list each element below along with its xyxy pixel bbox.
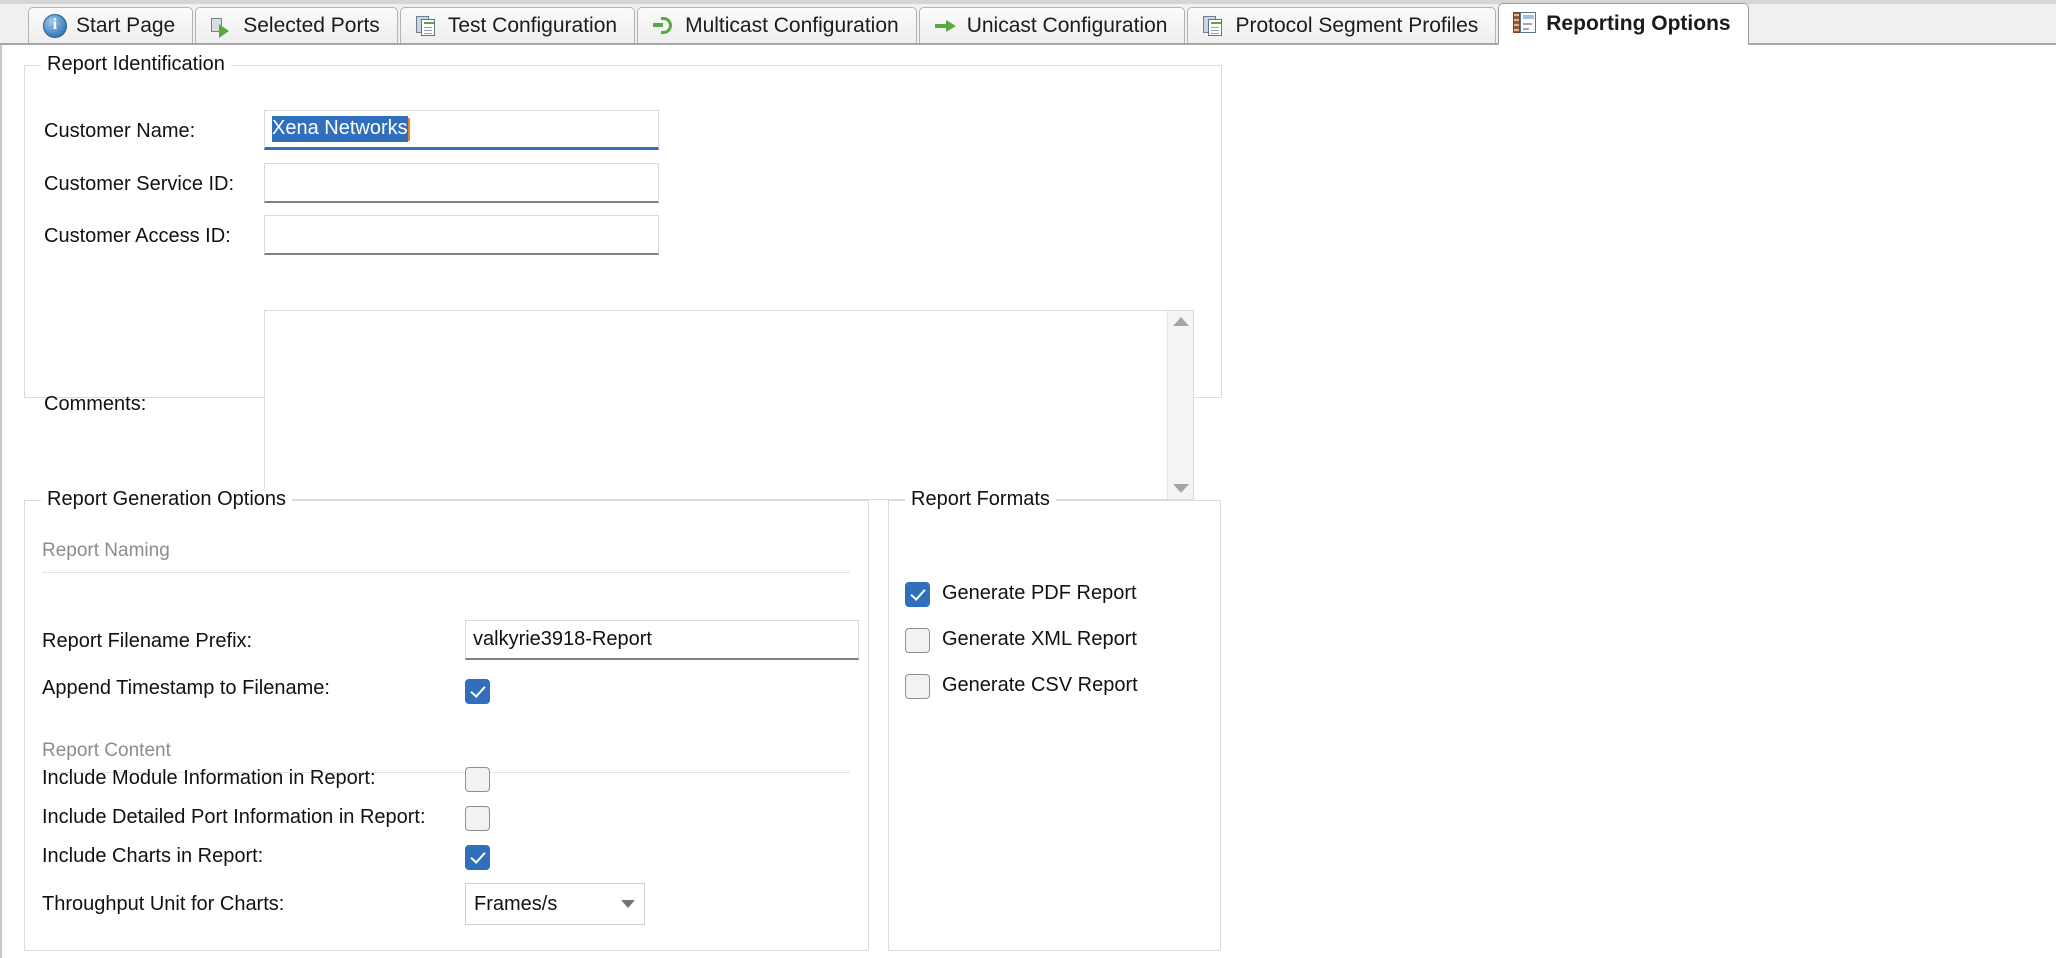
include-module-info-label: Include Module Information in Report: — [42, 767, 376, 790]
throughput-unit-select[interactable]: Frames/s — [465, 883, 645, 925]
reporting-options-panel: Report Identification Customer Name: Xen… — [0, 45, 2056, 958]
tab-selected-ports[interactable]: Selected Ports — [195, 7, 398, 43]
tab-test-configuration[interactable]: Test Configuration — [400, 7, 635, 43]
text-caret — [408, 118, 410, 141]
customer-access-id-input[interactable] — [264, 215, 659, 255]
include-module-info-checkbox[interactable] — [465, 767, 490, 792]
include-charts-label: Include Charts in Report: — [42, 845, 263, 868]
throughput-unit-value: Frames/s — [474, 893, 557, 916]
generate-pdf-report-checkbox[interactable] — [905, 582, 930, 607]
tab-bar: Start Page Selected Ports Test Configura… — [0, 0, 2056, 45]
documents-icon — [415, 14, 439, 38]
report-formats-group: Report Formats — [888, 500, 1221, 951]
unicast-arrow-icon — [934, 14, 958, 38]
throughput-unit-label: Throughput Unit for Charts: — [42, 893, 284, 916]
append-timestamp-checkbox[interactable] — [465, 679, 490, 704]
customer-access-id-label: Customer Access ID: — [44, 225, 231, 248]
tab-label: Test Configuration — [448, 15, 617, 36]
append-timestamp-label: Append Timestamp to Filename: — [42, 677, 330, 700]
scroll-up-arrow-icon[interactable] — [1173, 317, 1189, 326]
customer-name-label: Customer Name: — [44, 120, 195, 143]
report-filename-prefix-label: Report Filename Prefix: — [42, 630, 252, 653]
report-filename-prefix-input[interactable]: valkyrie3918-Report — [465, 620, 859, 660]
report-generation-options-group: Report Generation Options — [24, 500, 869, 951]
info-circle-icon — [43, 14, 67, 38]
scroll-down-arrow-icon[interactable] — [1173, 484, 1189, 493]
notebook-pencil-icon — [1513, 11, 1537, 35]
generate-csv-report-label: Generate CSV Report — [942, 674, 1138, 697]
group-title: Report Identification — [41, 53, 231, 76]
generate-xml-report-label: Generate XML Report — [942, 628, 1137, 651]
generate-pdf-report-label: Generate PDF Report — [942, 582, 1137, 605]
include-detailed-port-info-label: Include Detailed Port Information in Rep… — [42, 806, 426, 829]
tab-label: Unicast Configuration — [967, 15, 1168, 36]
include-detailed-port-info-checkbox[interactable] — [465, 806, 490, 831]
report-content-subheader: Report Content — [42, 740, 171, 762]
customer-service-id-input[interactable] — [264, 163, 659, 203]
comments-field[interactable] — [264, 310, 1194, 500]
tab-label: Start Page — [76, 15, 175, 36]
report-filename-prefix-value: valkyrie3918-Report — [473, 628, 652, 651]
report-naming-subheader: Report Naming — [42, 540, 170, 562]
tab-label: Protocol Segment Profiles — [1235, 15, 1478, 36]
comments-label: Comments: — [44, 393, 146, 416]
tab-start-page[interactable]: Start Page — [28, 7, 193, 43]
customer-name-input[interactable]: Xena Networks — [264, 110, 659, 150]
generate-csv-report-checkbox[interactable] — [905, 674, 930, 699]
tab-reporting-options[interactable]: Reporting Options — [1498, 3, 1748, 45]
comments-scrollbar[interactable] — [1167, 311, 1193, 499]
group-title: Report Generation Options — [41, 488, 292, 511]
tab-label: Selected Ports — [243, 15, 380, 36]
include-charts-checkbox[interactable] — [465, 845, 490, 870]
tab-multicast-configuration[interactable]: Multicast Configuration — [637, 7, 917, 43]
chevron-down-icon — [621, 900, 635, 908]
tab-unicast-configuration[interactable]: Unicast Configuration — [919, 7, 1186, 43]
generate-xml-report-checkbox[interactable] — [905, 628, 930, 653]
documents-icon — [1202, 14, 1226, 38]
tab-label: Reporting Options — [1546, 13, 1730, 34]
tab-protocol-segment-profiles[interactable]: Protocol Segment Profiles — [1187, 7, 1496, 43]
divider — [42, 572, 850, 573]
tab-label: Multicast Configuration — [685, 15, 899, 36]
comments-textarea[interactable] — [265, 311, 1167, 499]
multicast-branch-icon — [652, 14, 676, 38]
customer-service-id-label: Customer Service ID: — [44, 173, 234, 196]
group-title: Report Formats — [905, 488, 1056, 511]
customer-name-value: Xena Networks — [272, 116, 408, 142]
ports-arrow-icon — [210, 14, 234, 38]
